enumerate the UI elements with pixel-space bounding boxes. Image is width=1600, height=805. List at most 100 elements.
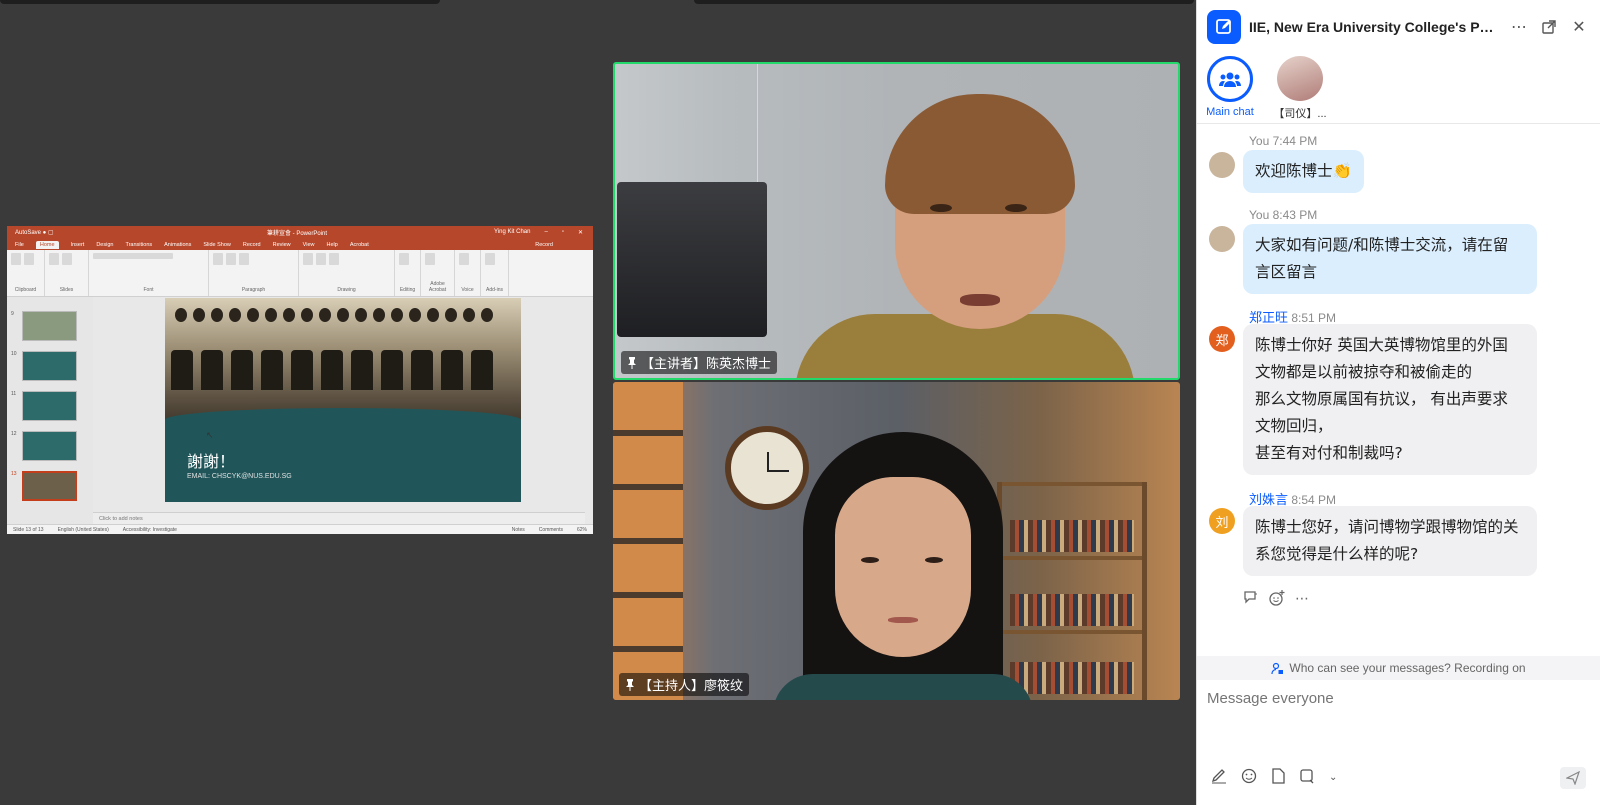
thumb-number: 11 bbox=[11, 391, 17, 397]
ribbon-group-editing: Editing bbox=[395, 250, 421, 296]
window-background bbox=[613, 382, 683, 700]
participant-name-label: 【主持人】廖筱纹 bbox=[619, 673, 750, 696]
avatar: 刘 bbox=[1209, 508, 1235, 534]
slide-title: 謝謝！ bbox=[187, 452, 236, 471]
ribbon-group-voice: Voice bbox=[455, 250, 481, 296]
privacy-text: Who can see your messages? Recording on bbox=[1289, 661, 1526, 675]
ppt-record-button: Record bbox=[535, 241, 553, 248]
participant-video bbox=[835, 477, 971, 657]
video-tile-host[interactable]: 【主持人】廖筱纹 bbox=[613, 382, 1180, 700]
group-icon bbox=[1207, 56, 1253, 102]
ribbon-group-clipboard: Clipboard bbox=[7, 250, 45, 296]
message-input[interactable] bbox=[1207, 690, 1590, 707]
slide-thumbnail bbox=[22, 311, 77, 341]
message-sender: You bbox=[1249, 208, 1270, 222]
ppt-ribbon: Clipboard Slides Font Paragraph Drawing … bbox=[7, 250, 593, 297]
ppt-tab-review: Review bbox=[272, 241, 291, 248]
participant-video bbox=[755, 74, 1135, 378]
ppt-user-name: Ying Kit Chan bbox=[494, 229, 531, 235]
ribbon-group-paragraph: Paragraph bbox=[209, 250, 299, 296]
reply-icon[interactable] bbox=[1243, 590, 1259, 609]
message-actions: ⋯ bbox=[1243, 590, 1309, 609]
pin-icon bbox=[628, 356, 636, 369]
slide-thumbnail bbox=[22, 391, 77, 421]
emoji-icon[interactable] bbox=[1241, 768, 1257, 787]
slide-email: EMAIL: CHSCYK@NUS.EDU.SG bbox=[187, 473, 292, 480]
tab-label: Main chat bbox=[1206, 106, 1254, 118]
tab-label: 【司仪】... bbox=[1273, 108, 1327, 120]
message-time: 8:43 PM bbox=[1272, 208, 1318, 222]
thumb-number: 10 bbox=[11, 351, 17, 357]
ribbon-group-addins: Add-ins bbox=[481, 250, 509, 296]
ribbon-group-font: Font bbox=[89, 250, 209, 296]
status-language: English (United States) bbox=[57, 526, 109, 533]
more-options-icon[interactable]: ⋯ bbox=[1508, 16, 1530, 38]
ppt-tab-view: View bbox=[302, 241, 315, 248]
send-button[interactable] bbox=[1560, 767, 1586, 789]
thumb-number: 13 bbox=[11, 471, 17, 477]
file-icon[interactable] bbox=[1271, 768, 1285, 787]
chevron-down-icon[interactable]: ⌄ bbox=[1329, 772, 1337, 783]
send-icon bbox=[1566, 771, 1580, 785]
screenshot-icon[interactable] bbox=[1299, 768, 1315, 787]
ppt-tab-design: Design bbox=[96, 241, 114, 248]
chat-title: IIE, New Era University College's Person… bbox=[1249, 19, 1500, 35]
status-comments: Comments bbox=[538, 526, 563, 533]
avatar bbox=[1209, 152, 1235, 178]
thumb-number: 12 bbox=[11, 431, 17, 437]
ppt-tab-home: Home bbox=[35, 240, 59, 249]
add-reaction-icon[interactable] bbox=[1269, 590, 1285, 609]
ribbon-group-slides: Slides bbox=[45, 250, 89, 296]
avatar bbox=[1277, 56, 1323, 101]
message-bubble: 陈博士您好，请问博物学跟博物馆的关 系您觉得是什么样的呢? bbox=[1243, 506, 1537, 576]
message-sender: You bbox=[1249, 134, 1270, 148]
top-strip-left bbox=[0, 0, 440, 4]
close-icon: ✕ bbox=[577, 230, 583, 236]
message-bubble: 陈博士你好 英国大英博物馆里的外国 文物都是以前被掠夺和被偷走的 那么文物原属国… bbox=[1243, 324, 1537, 475]
tab-main-chat[interactable]: Main chat bbox=[1203, 56, 1257, 121]
compose-icon[interactable] bbox=[1207, 10, 1241, 44]
close-icon[interactable]: ✕ bbox=[1568, 16, 1590, 38]
ppt-tab-file: File bbox=[15, 241, 24, 248]
message-sender[interactable]: 郑正旺 bbox=[1249, 310, 1288, 325]
slide-thumbnail-active bbox=[22, 471, 77, 501]
video-tile-speaker[interactable]: 【主讲者】陈英杰博士 bbox=[613, 62, 1180, 380]
chat-header: IIE, New Era University College's Person… bbox=[1197, 0, 1600, 54]
participant-name: 【主讲者】陈英杰博士 bbox=[641, 357, 772, 372]
status-slide-count: Slide 13 of 13 bbox=[13, 526, 44, 533]
shared-screen: AutoSave ● ▢ 筆耕宣會 - PowerPoint Ying Kit … bbox=[7, 226, 593, 534]
person-lock-icon bbox=[1271, 662, 1284, 674]
ppt-tab-animations: Animations bbox=[164, 241, 192, 248]
ribbon-group-drawing: Drawing bbox=[299, 250, 395, 296]
printer-background bbox=[617, 182, 767, 337]
message-sender[interactable]: 刘姝言 bbox=[1249, 492, 1288, 507]
ppt-tab-insert: Insert bbox=[70, 241, 85, 248]
status-zoom: 62% bbox=[576, 526, 587, 533]
group-photo bbox=[165, 298, 521, 423]
more-icon[interactable]: ⋯ bbox=[1295, 590, 1309, 609]
message-bubble: 欢迎陈博士👏 bbox=[1243, 150, 1364, 193]
chat-panel: IIE, New Era University College's Person… bbox=[1196, 0, 1600, 805]
message-composer: ⌄ bbox=[1197, 682, 1600, 805]
chat-tabs: Main chat 【司仪】... bbox=[1197, 54, 1600, 124]
avatar bbox=[1209, 226, 1235, 252]
privacy-notice[interactable]: Who can see your messages? Recording on bbox=[1197, 656, 1600, 680]
pop-out-icon[interactable] bbox=[1538, 16, 1560, 38]
ppt-app-title: 筆耕宣會 - PowerPoint bbox=[267, 231, 328, 237]
bookshelf-background bbox=[997, 482, 1147, 700]
current-slide: 謝謝！ EMAIL: CHSCYK@NUS.EDU.SG bbox=[165, 298, 521, 502]
top-strip-right bbox=[694, 0, 1194, 4]
slide-thumbnail bbox=[22, 431, 77, 461]
ppt-tab-help: Help bbox=[326, 241, 338, 248]
ppt-ribbon-tabs: File Home Insert Design Transitions Anim… bbox=[7, 239, 593, 250]
pin-icon bbox=[626, 678, 634, 691]
avatar: 郑 bbox=[1209, 326, 1235, 352]
participant-name: 【主持人】廖筱纹 bbox=[639, 679, 744, 694]
format-icon[interactable] bbox=[1211, 768, 1227, 787]
ppt-status-bar: Slide 13 of 13 English (United States) A… bbox=[7, 524, 593, 534]
tab-emcee-chat[interactable]: 【司仪】... bbox=[1273, 56, 1327, 121]
ppt-tab-record: Record bbox=[242, 241, 261, 248]
message-time: 8:54 PM bbox=[1291, 493, 1337, 507]
slide-thumbnail bbox=[22, 351, 77, 381]
message-bubble: 大家如有问题/和陈博士交流，请在留 言区留言 bbox=[1243, 224, 1537, 294]
